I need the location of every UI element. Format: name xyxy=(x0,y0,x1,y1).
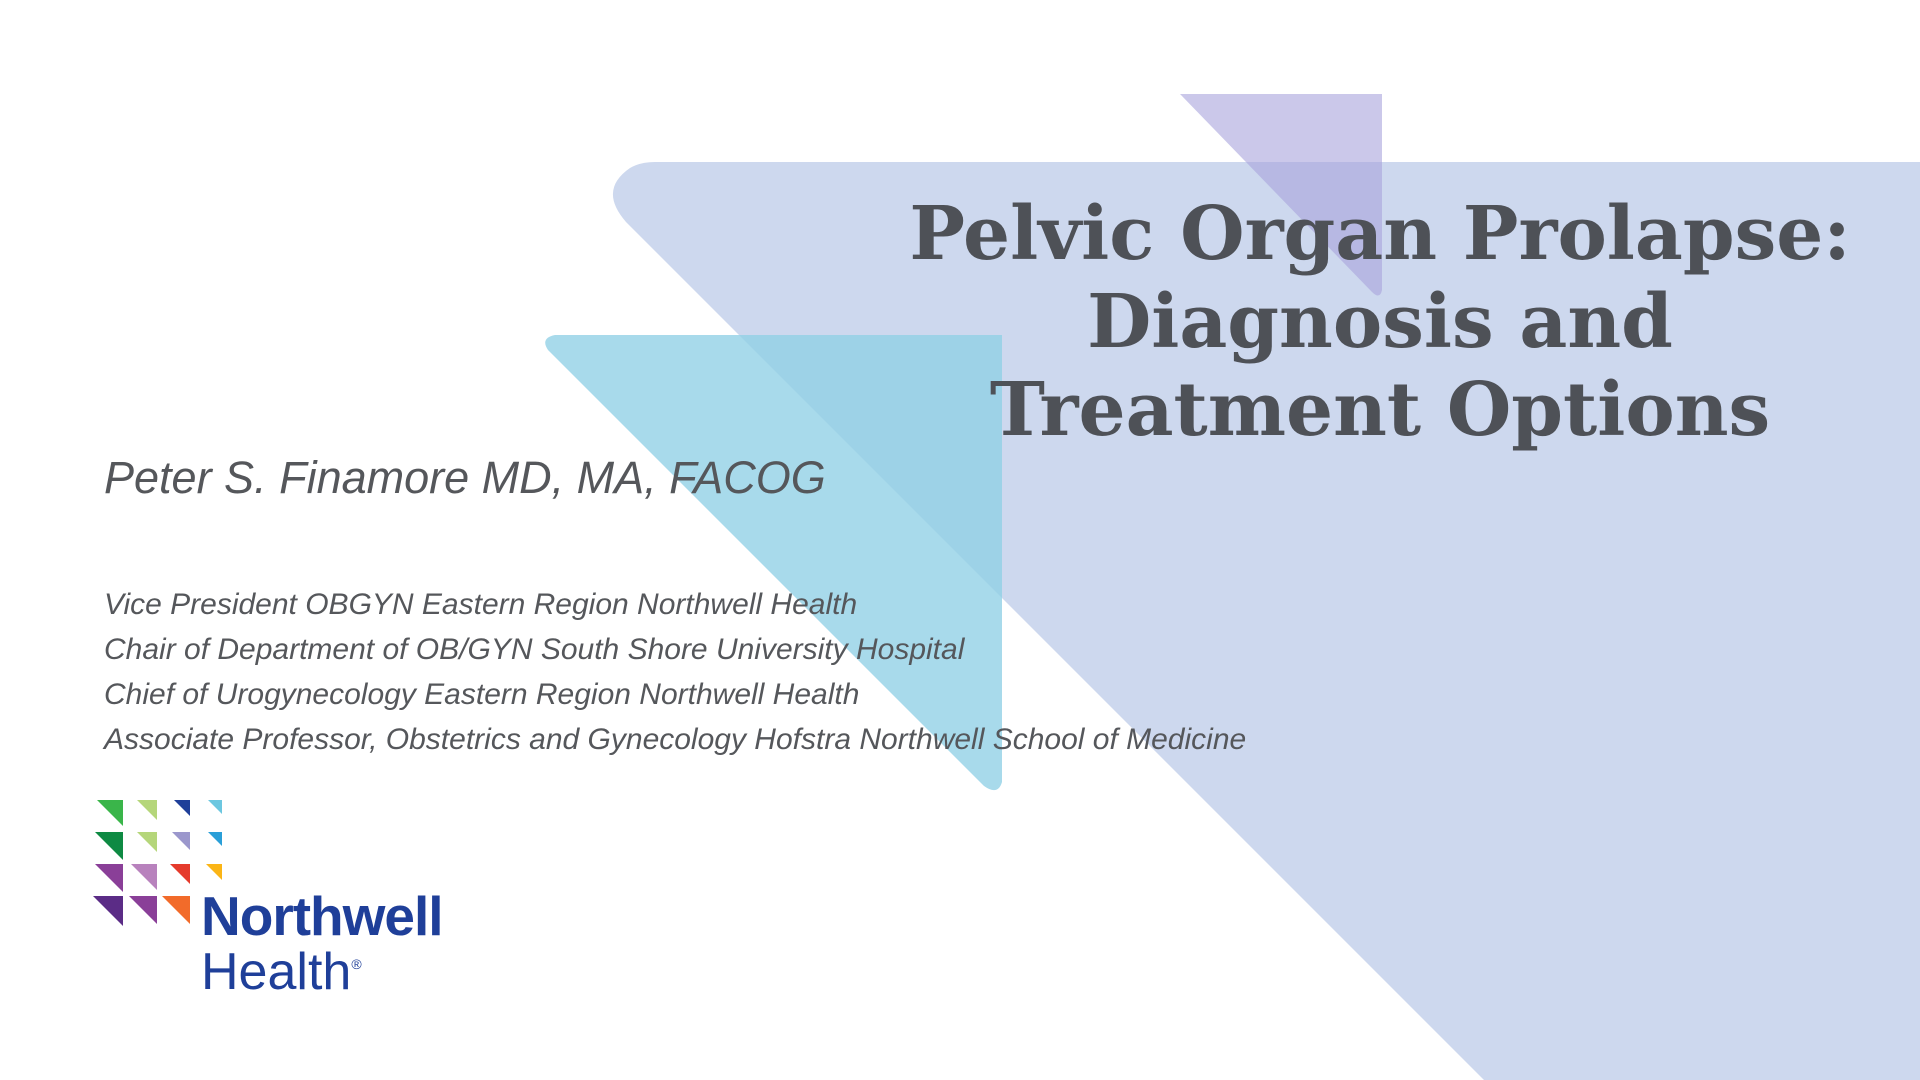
affiliation-line: Chair of Department of OB/GYN South Shor… xyxy=(104,633,965,666)
title-line-3: Treatment Options xyxy=(989,367,1771,453)
presenter-affiliations: Vice President OBGYN Eastern Region Nort… xyxy=(104,582,1246,762)
logo-wordmark-northwell: Northwell xyxy=(201,885,444,947)
affiliation-line: Chief of Urogynecology Eastern Region No… xyxy=(104,678,860,711)
affiliation-line: Vice President OBGYN Eastern Region Nort… xyxy=(104,588,858,621)
logo-wordmark-health: Health® xyxy=(201,942,362,1002)
presenter-name: Peter S. Finamore MD, MA, FACOG xyxy=(104,452,826,503)
registered-mark: ® xyxy=(351,956,362,972)
affiliation-line: Associate Professor, Obstetrics and Gyne… xyxy=(104,723,1247,756)
slide-title: Pelvic Organ Prolapse: Diagnosis and Tre… xyxy=(900,190,1860,454)
title-line-2: Diagnosis and xyxy=(1087,279,1673,365)
title-line-1: Pelvic Organ Prolapse: xyxy=(909,191,1851,277)
logo-health-text: Health xyxy=(201,943,352,1001)
